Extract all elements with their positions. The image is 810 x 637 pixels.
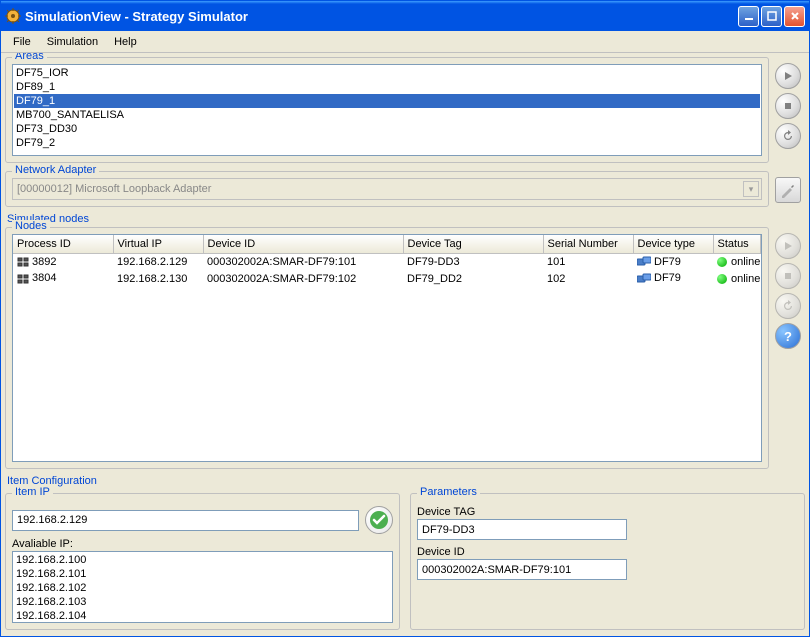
item-configuration-label: Item Configuration — [5, 471, 805, 487]
status-online-icon — [717, 257, 727, 267]
simulated-nodes-label: Simulated nodes — [5, 209, 805, 225]
nodes-table-head: Process ID Virtual IP Device ID Device T… — [13, 235, 761, 253]
col-device-id[interactable]: Device ID — [203, 235, 403, 253]
available-ip-item[interactable]: 192.168.2.102 — [14, 581, 391, 595]
maximize-button[interactable] — [761, 6, 782, 27]
nodes-refresh-button[interactable] — [775, 293, 801, 319]
areas-list-item[interactable]: DF75_IOR — [14, 66, 760, 80]
window-buttons — [738, 6, 805, 27]
app-window: SimulationView - Strategy Simulator File… — [0, 0, 810, 637]
process-icon — [17, 256, 29, 268]
menu-help[interactable]: Help — [106, 34, 145, 50]
item-ip-group: Item IP Avaliable IP: 192.168.2.100192.1… — [5, 493, 400, 630]
nodes-help-button[interactable]: ? — [775, 323, 801, 349]
available-ip-item[interactable]: 192.168.2.101 — [14, 567, 391, 581]
device-tag-label: Device TAG — [417, 506, 798, 518]
nodes-table[interactable]: Process ID Virtual IP Device ID Device T… — [13, 235, 761, 287]
areas-stop-button[interactable] — [775, 93, 801, 119]
parameters-title: Parameters — [417, 486, 480, 498]
minimize-button[interactable] — [738, 6, 759, 27]
app-icon — [5, 8, 21, 24]
device-id-label: Device ID — [417, 546, 798, 558]
menu-simulation[interactable]: Simulation — [39, 34, 106, 50]
menubar: File Simulation Help — [1, 31, 809, 53]
areas-title: Areas — [12, 53, 47, 62]
device-id-input[interactable] — [417, 559, 627, 580]
item-ip-title: Item IP — [12, 486, 53, 498]
col-device-type[interactable]: Device type — [633, 235, 713, 253]
col-serial[interactable]: Serial Number — [543, 235, 633, 253]
available-ip-listbox[interactable]: 192.168.2.100192.168.2.101192.168.2.1021… — [12, 551, 393, 623]
areas-side-buttons — [775, 55, 805, 165]
device-tag-input[interactable] — [417, 519, 627, 540]
parameters-group: Parameters Device TAG Device ID — [410, 493, 805, 630]
areas-list-item[interactable]: DF79_1 — [14, 94, 760, 108]
status-online-icon — [717, 274, 727, 284]
table-row[interactable]: 3892192.168.2.129000302002A:SMAR-DF79:10… — [13, 253, 761, 270]
chevron-down-icon: ▾ — [743, 181, 759, 197]
nodes-table-wrap: Process ID Virtual IP Device ID Device T… — [12, 234, 762, 462]
nodes-stop-button[interactable] — [775, 263, 801, 289]
close-button[interactable] — [784, 6, 805, 27]
col-status[interactable]: Status — [713, 235, 761, 253]
window-title: SimulationView - Strategy Simulator — [25, 9, 738, 24]
available-ip-item[interactable]: 192.168.2.103 — [14, 595, 391, 609]
available-ip-item[interactable]: 192.168.2.104 — [14, 609, 391, 623]
nodes-table-body: 3892192.168.2.129000302002A:SMAR-DF79:10… — [13, 253, 761, 287]
col-process-id[interactable]: Process ID — [13, 235, 113, 253]
network-settings-button[interactable] — [775, 177, 801, 203]
network-adapter-combo[interactable]: [00000012] Microsoft Loopback Adapter ▾ — [12, 178, 762, 200]
available-ip-item[interactable]: 192.168.2.100 — [14, 553, 391, 567]
nodes-play-button[interactable] — [775, 233, 801, 259]
areas-group: Areas DF75_IORDF89_1DF79_1MB700_SANTAELI… — [5, 57, 769, 163]
table-row[interactable]: 3804192.168.2.130000302002A:SMAR-DF79:10… — [13, 270, 761, 287]
process-icon — [17, 273, 29, 285]
areas-refresh-button[interactable] — [775, 123, 801, 149]
menu-file[interactable]: File — [5, 34, 39, 50]
nodes-title: Nodes — [12, 220, 50, 232]
device-type-icon — [637, 273, 651, 285]
item-ip-input[interactable] — [12, 510, 359, 531]
network-adapter-title: Network Adapter — [12, 164, 99, 176]
device-type-icon — [637, 256, 651, 268]
nodes-side-buttons: ? — [775, 225, 805, 471]
col-virtual-ip[interactable]: Virtual IP — [113, 235, 203, 253]
areas-listbox[interactable]: DF75_IORDF89_1DF79_1MB700_SANTAELISADF73… — [12, 64, 762, 156]
areas-list-item[interactable]: DF73_DD30 — [14, 122, 760, 136]
areas-list-item[interactable]: MB700_SANTAELISA — [14, 108, 760, 122]
nodes-group: Nodes Process ID Virtual IP Device ID — [5, 227, 769, 469]
network-adapter-group: Network Adapter [00000012] Microsoft Loo… — [5, 171, 769, 207]
content: Areas DF75_IORDF89_1DF79_1MB700_SANTAELI… — [1, 53, 809, 636]
item-ip-apply-button[interactable] — [365, 506, 393, 534]
available-ip-label: Avaliable IP: — [12, 538, 393, 550]
titlebar: SimulationView - Strategy Simulator — [1, 1, 809, 31]
areas-list-item[interactable]: DF89_1 — [14, 80, 760, 94]
network-adapter-value: [00000012] Microsoft Loopback Adapter — [17, 183, 211, 195]
col-device-tag[interactable]: Device Tag — [403, 235, 543, 253]
areas-play-button[interactable] — [775, 63, 801, 89]
areas-list-item[interactable]: DF79_2 — [14, 136, 760, 150]
